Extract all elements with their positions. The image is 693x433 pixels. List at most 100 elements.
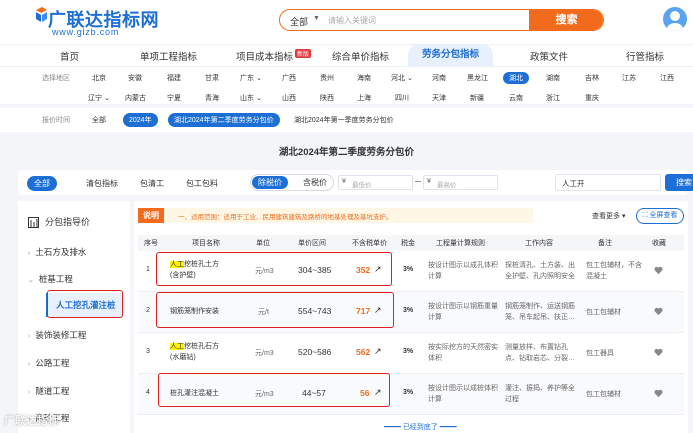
tab-bundle-index[interactable]: 清包指标 <box>86 178 118 189</box>
period-2024-q1[interactable]: 湖北2024年第一季度劳务分包价 <box>294 115 394 125</box>
fullscreen-button[interactable]: ⛶ 全屏查看 <box>636 208 684 224</box>
region-jiangsu[interactable]: 江苏 <box>622 73 636 83</box>
favorite-heart-icon[interactable] <box>654 348 663 357</box>
col-work: 工作内容 <box>525 240 553 247</box>
row-tax: 3% <box>403 266 414 273</box>
nav-unit-price[interactable]: 综合单价指标 <box>332 49 389 63</box>
chevron-down-icon: ⌄ <box>28 277 34 284</box>
region-jiangxi[interactable]: 江西 <box>660 73 674 83</box>
region-shanxi[interactable]: 山西 <box>282 93 296 103</box>
row-remark: 包工包辅材 <box>586 391 621 398</box>
nav-industry[interactable]: 行管指标 <box>626 49 664 63</box>
row-name: 人工挖桩孔石方(水磨钻) <box>170 341 222 363</box>
region-qinghai[interactable]: 青海 <box>205 93 219 103</box>
region-neimenggu[interactable]: 内蒙古 <box>125 93 146 103</box>
filter-bar: 全部 清包指标 包清工 包工包料 除税价 含税价 ¥ 最低价 ¥ 最高价 人工开… <box>18 170 693 195</box>
region-guangxi[interactable]: 广西 <box>282 73 296 83</box>
fullscreen-label: 全屏查看 <box>649 212 678 219</box>
region-anhui[interactable]: 安徽 <box>128 73 142 83</box>
nav-home[interactable]: 首页 <box>60 49 79 63</box>
max-price-input[interactable]: ¥ 最高价 <box>423 175 498 190</box>
watermark-text: 广联达指标 <box>4 415 59 427</box>
region-hainan[interactable]: 海南 <box>357 73 371 83</box>
region-fujian[interactable]: 福建 <box>167 73 181 83</box>
col-tax: 税金 <box>401 240 415 247</box>
nav-project-cost[interactable]: 项目成本指标 新版 <box>236 49 312 63</box>
region-guangdong[interactable]: 广东 ⌄ <box>240 73 262 83</box>
region-guizhou[interactable]: 贵州 <box>320 73 334 83</box>
region-zhejiang[interactable]: 浙江 <box>546 93 560 103</box>
region-henan[interactable]: 河南 <box>432 73 446 83</box>
row-tax: 3% <box>403 389 414 396</box>
region-heilongjiang[interactable]: 黑龙江 <box>467 73 488 83</box>
region-yunnan[interactable]: 云南 <box>509 93 523 103</box>
trend-icon[interactable]: ↗ <box>374 346 382 357</box>
sidebar-item-pile[interactable]: ⌄ 桩基工程 <box>28 273 73 285</box>
favorite-heart-icon[interactable] <box>654 389 663 398</box>
keyword-search-button[interactable]: 搜索 <box>665 174 693 191</box>
region-liaoning[interactable]: 辽宁 ⌄ <box>88 93 110 103</box>
site-logo[interactable]: 广联达指标网 www.glzb.com <box>34 6 164 40</box>
notice-tag: 说明 <box>138 208 164 223</box>
sidebar-item-decoration[interactable]: › 装饰装修工程 <box>28 329 86 341</box>
global-search: 全部 ▼ 请输入关键词 搜索 <box>279 9 604 31</box>
search-category-select[interactable]: 全部 <box>290 15 308 28</box>
main-nav: 首页 单项工程指标 项目成本指标 新版 综合单价指标 劳务分包指标 政策文件 行管… <box>0 44 693 66</box>
row-unit: 元/m3 <box>255 350 274 357</box>
caret-down-icon[interactable]: ▼ <box>313 15 320 22</box>
row-work: 测量放样、布置钻孔点、钻取岩芯、分裂… <box>505 344 575 362</box>
sidebar-item-road[interactable]: › 公路工程 <box>28 357 69 369</box>
chevron-right-icon: › <box>28 389 31 396</box>
region-hebei[interactable]: 河北 ⌄ <box>391 73 413 83</box>
col-range: 单价区间 <box>298 240 326 247</box>
favorite-heart-icon[interactable] <box>654 307 663 316</box>
row-no: 4 <box>146 389 150 396</box>
user-avatar[interactable] <box>663 7 687 31</box>
region-liaoning-label: 辽宁 <box>88 95 102 102</box>
search-button[interactable]: 搜索 <box>529 10 603 30</box>
period-2024-q2[interactable]: 湖北2024年第二季度劳务分包价 <box>168 113 280 127</box>
region-shaanxi[interactable]: 陕西 <box>320 93 334 103</box>
col-remark: 备注 <box>598 240 612 247</box>
favorite-heart-icon[interactable] <box>654 266 663 275</box>
tax-inclusive-option[interactable]: 含税价 <box>303 176 327 189</box>
user-icon <box>667 11 683 31</box>
sidebar-item-tunnel[interactable]: › 隧道工程 <box>28 385 69 397</box>
search-input[interactable]: 请输入关键词 <box>328 15 376 26</box>
region-jilin[interactable]: 吉林 <box>585 73 599 83</box>
row-work: 灌注、振捣、养护等全过程 <box>505 385 575 403</box>
nav-labor-subcontract[interactable]: 劳务分包指标 <box>408 44 494 66</box>
region-xinjiang[interactable]: 新疆 <box>470 93 484 103</box>
region-hunan[interactable]: 湖南 <box>546 73 560 83</box>
period-all[interactable]: 全部 <box>92 115 106 125</box>
region-beijing[interactable]: 北京 <box>92 73 106 83</box>
region-gansu[interactable]: 甘肃 <box>205 73 219 83</box>
tab-labor-material[interactable]: 包工包料 <box>186 178 218 189</box>
logo-icon <box>36 7 47 22</box>
sidebar-item-label: 公路工程 <box>35 358 70 368</box>
table-row[interactable]: 3 人工挖桩孔石方(水磨钻) 元/m3 520~586 562 ↗ 3% 按实际… <box>138 333 684 374</box>
tab-all[interactable]: 全部 <box>27 176 57 191</box>
region-ningxia[interactable]: 宁夏 <box>167 93 181 103</box>
row-rule: 按设计图示以成桩体积计算 <box>428 385 498 403</box>
row-rule: 按实际挖方的天然密实体积 <box>428 344 498 362</box>
min-price-input[interactable]: ¥ 最低价 <box>338 175 413 190</box>
region-tianjin[interactable]: 天津 <box>432 93 446 103</box>
region-label: 选择地区 <box>42 75 70 82</box>
region-chongqing[interactable]: 重庆 <box>585 93 599 103</box>
view-more-button[interactable]: 查看更多 ▾ <box>592 211 625 221</box>
tab-labor-only[interactable]: 包清工 <box>140 178 164 189</box>
tax-exclusive-option[interactable]: 除税价 <box>252 176 288 189</box>
region-sichuan[interactable]: 四川 <box>395 93 409 103</box>
sidebar-item-earthwork[interactable]: › 土石方及排水 <box>28 246 86 258</box>
row-name-highlight: 人工 <box>170 343 184 350</box>
logo-url: www.glzb.com <box>52 27 120 37</box>
region-shanghai[interactable]: 上海 <box>357 93 371 103</box>
period-2024[interactable]: 2024年 <box>123 113 158 127</box>
nav-policy[interactable]: 政策文件 <box>530 49 568 63</box>
keyword-input[interactable]: 人工开 <box>555 174 661 191</box>
nav-single-project[interactable]: 单项工程指标 <box>140 49 197 63</box>
region-hubei[interactable]: 湖北 <box>503 72 529 84</box>
region-hebei-label: 河北 <box>391 75 405 82</box>
region-shandong[interactable]: 山东 ⌄ <box>240 93 262 103</box>
